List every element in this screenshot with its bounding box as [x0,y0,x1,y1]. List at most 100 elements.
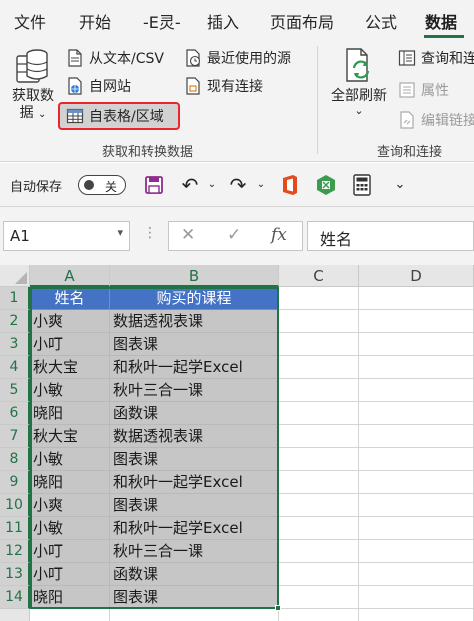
tab-home[interactable]: 开始 [79,9,111,33]
tab-insert[interactable]: 插入 [207,9,239,33]
formula-input[interactable]: 姓名 [307,221,474,251]
cancel-icon[interactable]: ✕ [181,225,195,245]
table-cell[interactable] [359,563,474,586]
from-web-button[interactable]: 自网站 [66,76,131,96]
table-cell[interactable] [279,494,359,517]
table-cell[interactable] [359,471,474,494]
table-cell[interactable] [359,609,474,621]
column-header-c[interactable]: C [279,265,359,287]
table-cell[interactable] [359,586,474,609]
properties-button[interactable]: 属性 [398,80,449,100]
existing-connections-button[interactable]: 现有连接 [184,76,263,96]
customize-toolbar-button[interactable]: ⌄ [388,173,412,197]
row-header[interactable]: 3 [0,333,30,356]
office-button[interactable] [278,173,302,197]
table-cell[interactable]: 秋大宝 [30,356,110,379]
table-cell[interactable]: 秋叶三合一课 [110,540,279,563]
queries-connections-button[interactable]: 查询和连 [398,48,474,68]
table-cell[interactable] [359,402,474,425]
table-cell[interactable]: 秋叶三合一课 [110,379,279,402]
tab-file[interactable]: 文件 [14,9,46,33]
table-header-cell[interactable]: 姓名 [30,287,110,310]
table-cell[interactable] [279,448,359,471]
table-cell[interactable] [279,471,359,494]
table-cell[interactable] [279,402,359,425]
from-table-range-button[interactable]: 自表格/区域 [58,102,180,130]
row-header[interactable]: 9 [0,471,30,494]
table-cell[interactable]: 图表课 [110,586,279,609]
table-cell[interactable]: 函数课 [110,402,279,425]
refresh-all-button[interactable]: 全部刷新 ⌄ [326,46,392,117]
table-cell[interactable] [279,517,359,540]
table-cell[interactable] [359,356,474,379]
row-header[interactable]: 10 [0,494,30,517]
table-cell[interactable] [359,425,474,448]
table-cell[interactable]: 函数课 [110,563,279,586]
table-header-cell[interactable]: 购买的课程 [110,287,279,310]
row-header[interactable]: 13 [0,563,30,586]
row-header[interactable]: 5 [0,379,30,402]
excel-addin-button[interactable] [314,173,338,197]
table-cell[interactable]: 小叮 [30,563,110,586]
row-header[interactable]: 8 [0,448,30,471]
table-cell[interactable] [279,356,359,379]
table-cell[interactable] [279,333,359,356]
calculator-button[interactable] [350,173,374,197]
table-cell[interactable]: 小敏 [30,517,110,540]
table-cell[interactable]: 图表课 [110,494,279,517]
table-cell[interactable]: 秋大宝 [30,425,110,448]
fill-handle[interactable] [275,605,281,611]
table-cell[interactable]: 晓阳 [30,402,110,425]
edit-links-button[interactable]: 编辑链接 [398,110,474,130]
row-header[interactable]: 14 [0,586,30,609]
row-header[interactable]: 2 [0,310,30,333]
recent-sources-button[interactable]: 最近使用的源 [184,48,291,68]
table-cell[interactable]: 图表课 [110,448,279,471]
undo-dropdown[interactable]: ⌄ [200,173,224,197]
table-cell[interactable]: 数据透视表课 [110,310,279,333]
table-cell[interactable] [279,310,359,333]
column-header-b[interactable]: B [110,265,279,287]
redo-dropdown[interactable]: ⌄ [249,173,273,197]
table-cell[interactable]: 图表课 [110,333,279,356]
table-cell[interactable] [359,448,474,471]
table-cell[interactable] [359,333,474,356]
table-cell[interactable] [359,379,474,402]
redo-button[interactable]: ↷ [226,173,250,197]
table-cell[interactable]: 和秋叶一起学Excel [110,471,279,494]
table-cell[interactable]: 数据透视表课 [110,425,279,448]
row-header[interactable]: 12 [0,540,30,563]
row-header[interactable] [0,609,30,621]
table-cell[interactable]: 小爽 [30,310,110,333]
name-box[interactable]: A1 ▾ [3,221,130,251]
tab-data[interactable]: 数据 [425,9,457,33]
get-data-button[interactable]: 获取数 据 ⌄ [8,46,58,123]
table-cell[interactable] [110,609,279,621]
table-cell[interactable] [279,540,359,563]
row-header[interactable]: 6 [0,402,30,425]
row-header[interactable]: 11 [0,517,30,540]
table-cell[interactable]: 小爽 [30,494,110,517]
table-cell[interactable] [279,287,359,310]
tab-formulas[interactable]: 公式 [365,9,397,33]
table-cell[interactable]: 晓阳 [30,471,110,494]
enter-icon[interactable]: ✓ [227,225,241,245]
table-cell[interactable] [359,540,474,563]
row-header[interactable]: 4 [0,356,30,379]
table-cell[interactable] [279,563,359,586]
table-cell[interactable]: 小叮 [30,333,110,356]
insert-function-icon[interactable]: fx [271,225,287,245]
undo-button[interactable]: ↶ [178,173,202,197]
table-cell[interactable] [359,494,474,517]
table-cell[interactable] [279,609,359,621]
table-cell[interactable]: 和秋叶一起学Excel [110,356,279,379]
autosave-toggle[interactable]: 关 [78,175,126,195]
table-cell[interactable] [30,609,110,621]
tab-e-ling[interactable]: -E灵- [143,9,181,33]
select-all-button[interactable] [0,265,30,287]
tab-page-layout[interactable]: 页面布局 [270,9,334,33]
table-cell[interactable] [279,379,359,402]
table-cell[interactable] [359,287,474,310]
table-cell[interactable] [359,310,474,333]
table-cell[interactable]: 晓阳 [30,586,110,609]
